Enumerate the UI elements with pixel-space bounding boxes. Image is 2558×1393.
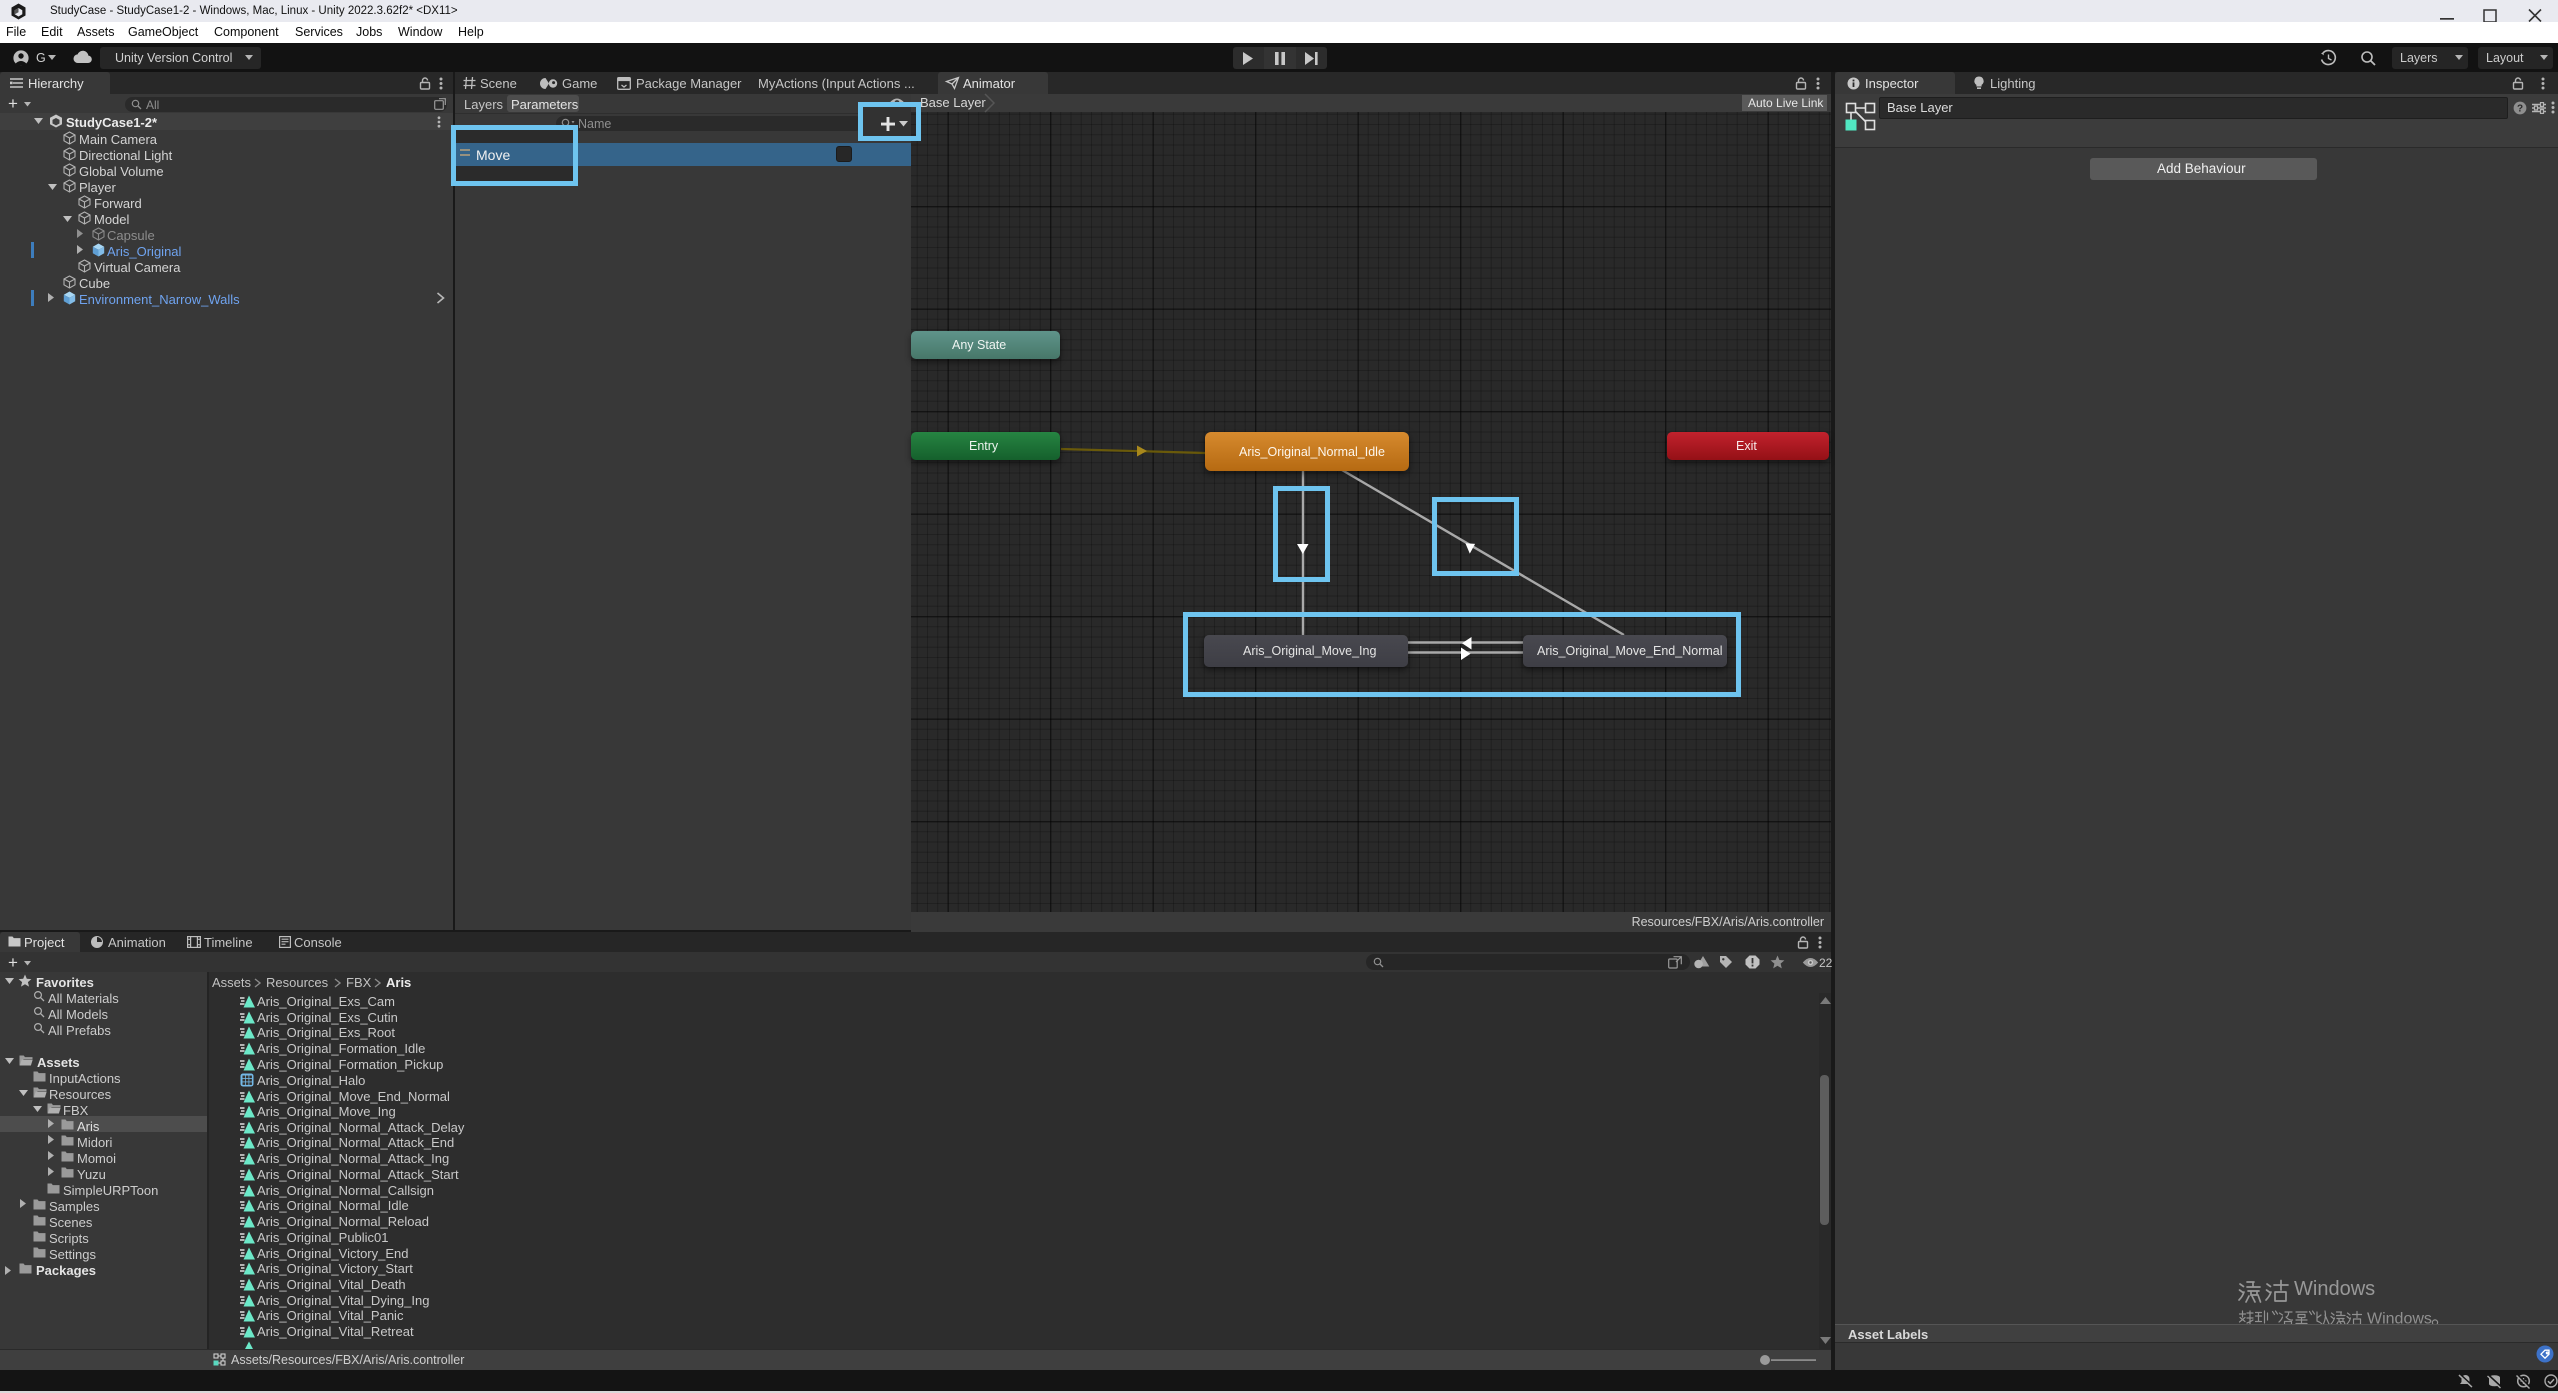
svg-text:?: ?	[2517, 103, 2523, 114]
